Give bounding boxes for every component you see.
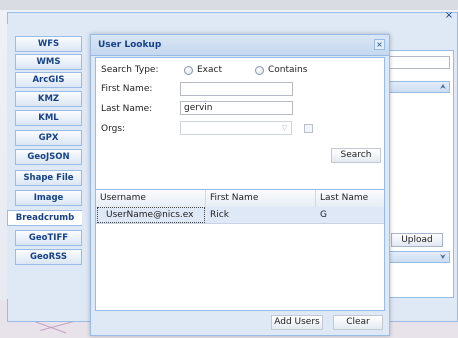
map-top-strip (0, 0, 458, 10)
tab-geojson[interactable]: GeoJSON (15, 149, 82, 165)
last-name-label: Last Name: (101, 104, 153, 114)
right-behind-input[interactable] (388, 56, 450, 69)
upload-button[interactable]: Upload (391, 233, 443, 247)
chevron-down-icon[interactable]: ▽ (278, 122, 291, 134)
tab-gpx[interactable]: GPX (15, 130, 82, 146)
first-name-cell[interactable]: Rick (206, 207, 316, 223)
dialog-title: User Lookup (98, 40, 162, 50)
tab-geotiff[interactable]: GeoTIFF (15, 230, 82, 246)
tab-kmz[interactable]: KMZ (15, 91, 82, 107)
clear-button[interactable]: Clear (333, 315, 383, 330)
column-header-last-name[interactable]: Last Name (316, 190, 384, 207)
column-header-first-name[interactable]: First Name (206, 190, 316, 207)
contains-label: Contains (268, 65, 308, 75)
tab-georss[interactable]: GeoRSS (15, 249, 82, 265)
first-name-label: First Name: (101, 84, 153, 94)
column-header-username[interactable]: Username (96, 190, 206, 207)
tab-image[interactable]: Image (15, 190, 82, 206)
tab-wms[interactable]: WMS (15, 54, 82, 70)
exact-label: Exact (197, 65, 223, 75)
last-name-field[interactable]: gervin (180, 101, 293, 115)
contains-radio[interactable] (255, 66, 264, 75)
dialog-header[interactable]: User Lookup × (91, 35, 389, 56)
right-collapsible-header-2: ⮟ (388, 251, 450, 263)
exact-radio[interactable] (184, 66, 193, 75)
table-row[interactable]: UserName@nics.ex Rick G (96, 207, 384, 224)
collapse-icon[interactable]: ⮝ (439, 83, 447, 91)
orgs-checkbox[interactable] (304, 124, 313, 133)
user-lookup-dialog: User Lookup × Search Type: Exact Contain… (90, 34, 390, 336)
tab-arcgis[interactable]: ArcGIS (15, 72, 82, 88)
search-button[interactable]: Search (331, 148, 381, 163)
tab-breadcrumb[interactable]: Breadcrumb (7, 210, 82, 226)
tab-shape-file[interactable]: Shape File (15, 170, 82, 186)
tab-wfs[interactable]: WFS (15, 36, 82, 52)
search-type-label: Search Type: (101, 65, 159, 75)
orgs-label: Orgs: (101, 124, 126, 134)
first-name-field[interactable] (180, 82, 293, 96)
close-icon[interactable]: × (374, 39, 385, 50)
last-name-cell[interactable]: G (316, 207, 384, 223)
dialog-body: Search Type: Exact Contains First Name: … (95, 57, 385, 311)
orgs-combo[interactable]: ▽ (180, 121, 292, 135)
username-cell[interactable]: UserName@nics.ex (97, 207, 205, 223)
right-collapsible-header: ⮝ (388, 81, 450, 93)
format-tab-panel: WFS WMS ArcGIS KMZ KML GPX GeoJSON Shape… (7, 24, 85, 299)
add-users-button[interactable]: Add Users (271, 315, 323, 330)
outer-close-icon[interactable]: × (444, 11, 454, 21)
grid-header-row: Username First Name Last Name (96, 190, 384, 208)
expand-icon[interactable]: ⮟ (439, 253, 447, 261)
user-results-grid: Username First Name Last Name UserName@n… (96, 189, 384, 302)
tab-kml[interactable]: KML (15, 110, 82, 126)
dialog-footer: Add Users Clear (91, 311, 389, 335)
